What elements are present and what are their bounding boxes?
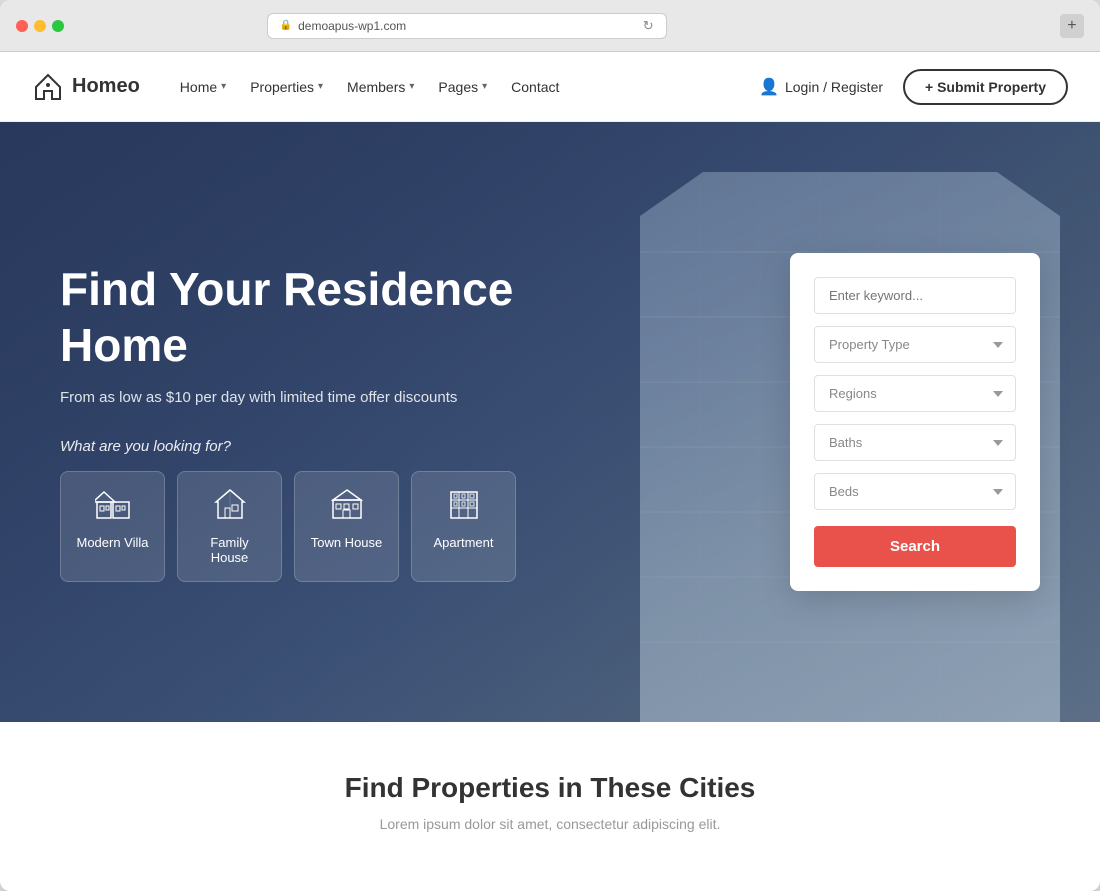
regions-select[interactable]: Regions New York Los Angeles Chicago: [814, 375, 1016, 412]
minimize-button[interactable]: [34, 20, 46, 32]
town-house-label: Town House: [311, 535, 383, 550]
nav-item-contact[interactable]: Contact: [511, 79, 559, 95]
baths-select[interactable]: Baths 1 2 3 4+: [814, 424, 1016, 461]
property-type-modern-villa[interactable]: Modern Villa: [60, 471, 165, 582]
maximize-button[interactable]: [52, 20, 64, 32]
user-icon: 👤: [759, 77, 779, 97]
new-tab-button[interactable]: +: [1060, 14, 1084, 38]
hero-title: Find Your Residence Home: [60, 262, 540, 372]
modern-villa-label: Modern Villa: [76, 535, 148, 550]
modern-villa-icon: [73, 488, 152, 527]
reload-icon[interactable]: ↻: [643, 18, 654, 34]
address-bar[interactable]: 🔒 demoapus-wp1.com ↻: [267, 13, 667, 39]
cities-title: Find Properties in These Cities: [32, 772, 1068, 804]
property-type-apartment[interactable]: Apartment: [411, 471, 516, 582]
nav-right: 👤 Login / Register + Submit Property: [759, 69, 1068, 105]
hero-section: Find Your Residence Home From as low as …: [0, 122, 1100, 722]
chevron-down-icon: ▾: [221, 81, 226, 92]
nav-item-home[interactable]: Home ▾: [180, 79, 226, 95]
chevron-down-icon: ▾: [318, 81, 323, 92]
navbar: Homeo Home ▾ Properties ▾ Members ▾: [0, 52, 1100, 122]
chevron-down-icon: ▾: [409, 81, 414, 92]
browser-window: 🔒 demoapus-wp1.com ↻ + Homeo Home ▾ P: [0, 0, 1100, 891]
property-types-grid: Modern Villa Family House: [60, 471, 540, 582]
nav-item-members[interactable]: Members ▾: [347, 79, 414, 95]
traffic-lights: [16, 20, 64, 32]
search-button[interactable]: Search: [814, 526, 1016, 567]
nav-item-properties[interactable]: Properties ▾: [250, 79, 323, 95]
town-house-icon: [307, 488, 386, 527]
cities-section: Find Properties in These Cities Lorem ip…: [0, 722, 1100, 872]
nav-item-pages[interactable]: Pages ▾: [438, 79, 487, 95]
url-text: demoapus-wp1.com: [298, 19, 406, 33]
property-type-town-house[interactable]: Town House: [294, 471, 399, 582]
what-looking-label: What are you looking for?: [60, 438, 540, 455]
family-house-label: Family House: [210, 535, 248, 565]
keyword-input[interactable]: [814, 277, 1016, 314]
browser-chrome: 🔒 demoapus-wp1.com ↻ +: [0, 0, 1100, 52]
chevron-down-icon: ▾: [482, 81, 487, 92]
submit-property-button[interactable]: + Submit Property: [903, 69, 1068, 105]
apartment-icon: [424, 488, 503, 527]
beds-select[interactable]: Beds 1 2 3 4+: [814, 473, 1016, 510]
cities-subtitle: Lorem ipsum dolor sit amet, consectetur …: [32, 816, 1068, 832]
hero-subtitle: From as low as $10 per day with limited …: [60, 389, 540, 406]
property-type-select[interactable]: Property Type House Apartment Villa Town…: [814, 326, 1016, 363]
nav-links: Home ▾ Properties ▾ Members ▾ Pages: [180, 79, 560, 95]
lock-icon: 🔒: [280, 20, 292, 31]
close-button[interactable]: [16, 20, 28, 32]
logo-icon: [32, 71, 64, 103]
hero-content: Find Your Residence Home From as low as …: [0, 262, 600, 581]
family-house-icon: [190, 488, 269, 527]
logo-link[interactable]: Homeo: [32, 71, 140, 103]
search-panel: Property Type House Apartment Villa Town…: [790, 253, 1040, 591]
apartment-label: Apartment: [434, 535, 494, 550]
login-register-link[interactable]: 👤 Login / Register: [759, 77, 883, 97]
property-type-family-house[interactable]: Family House: [177, 471, 282, 582]
logo-text: Homeo: [72, 75, 140, 98]
